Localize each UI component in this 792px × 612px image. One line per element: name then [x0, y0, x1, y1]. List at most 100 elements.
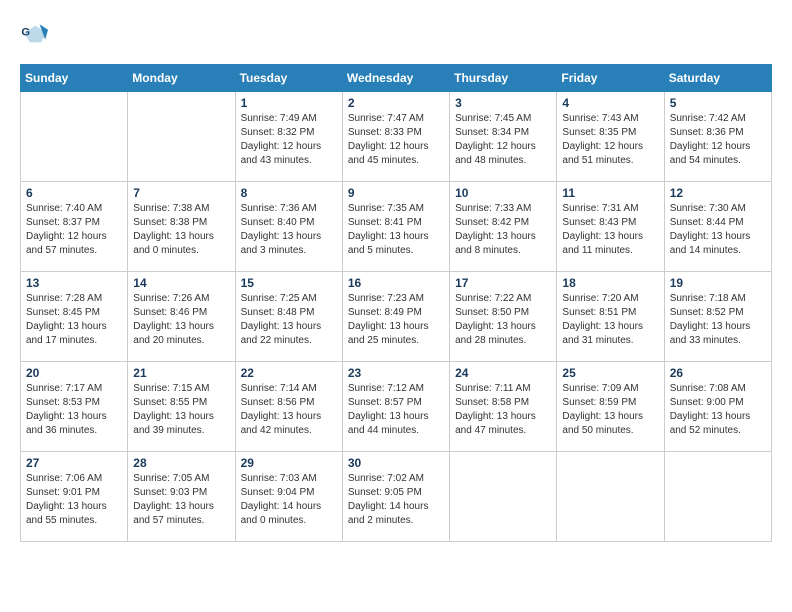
calendar-week-5: 27Sunrise: 7:06 AMSunset: 9:01 PMDayligh… [21, 452, 772, 542]
calendar-cell [450, 452, 557, 542]
calendar-cell: 27Sunrise: 7:06 AMSunset: 9:01 PMDayligh… [21, 452, 128, 542]
day-info: Sunrise: 7:26 AMSunset: 8:46 PMDaylight:… [133, 292, 229, 348]
day-number: 14 [133, 276, 229, 290]
weekday-monday: Monday [128, 65, 235, 92]
day-info: Sunrise: 7:31 AMSunset: 8:43 PMDaylight:… [562, 202, 658, 258]
weekday-saturday: Saturday [664, 65, 771, 92]
calendar-cell: 18 Sunrise: 7:20 AMSunset: 8:51 PMDayligh… [557, 272, 664, 362]
day-info: Sunrise: 7:14 AMSunset: 8:56 PMDaylight:… [241, 382, 337, 438]
calendar-week-1: 1Sunrise: 7:49 AMSunset: 8:32 PMDaylight… [21, 92, 772, 182]
day-number: 21 [133, 366, 229, 380]
weekday-tuesday: Tuesday [235, 65, 342, 92]
calendar-cell: 30 Sunrise: 7:02 AMSunset: 9:05 PMDayligh… [342, 452, 449, 542]
day-number: 26 [670, 366, 766, 380]
day-info: Sunrise: 7:25 AMSunset: 8:48 PMDaylight:… [241, 292, 337, 348]
calendar-cell: 25Sunrise: 7:09 AMSunset: 8:59 PMDayligh… [557, 362, 664, 452]
day-info: Sunrise: 7:49 AMSunset: 8:32 PMDaylight:… [241, 112, 337, 168]
day-number: 19 [670, 276, 766, 290]
day-info: Sunrise: 7:42 AMSunset: 8:36 PMDaylight:… [670, 112, 766, 168]
calendar-cell: 26 Sunrise: 7:08 AMSunset: 9:00 PMDayligh… [664, 362, 771, 452]
calendar-week-3: 13 Sunrise: 7:28 AMSunset: 8:45 PMDayligh… [21, 272, 772, 362]
day-info: Sunrise: 7:06 AMSunset: 9:01 PMDaylight:… [26, 472, 122, 528]
day-info: Sunrise: 7:03 AMSunset: 9:04 PMDaylight:… [241, 472, 337, 528]
day-number: 25 [562, 366, 658, 380]
calendar-cell: 12 Sunrise: 7:30 AMSunset: 8:44 PMDayligh… [664, 182, 771, 272]
day-number: 23 [348, 366, 444, 380]
page-header: G [20, 20, 772, 48]
calendar-cell: 24Sunrise: 7:11 AMSunset: 8:58 PMDayligh… [450, 362, 557, 452]
day-info: Sunrise: 7:20 AMSunset: 8:51 PMDaylight:… [562, 292, 658, 348]
day-number: 13 [26, 276, 122, 290]
calendar-cell: 10 Sunrise: 7:33 AMSunset: 8:42 PMDayligh… [450, 182, 557, 272]
day-number: 5 [670, 96, 766, 110]
calendar-cell: 5 Sunrise: 7:42 AMSunset: 8:36 PMDaylight… [664, 92, 771, 182]
day-number: 17 [455, 276, 551, 290]
day-info: Sunrise: 7:05 AMSunset: 9:03 PMDaylight:… [133, 472, 229, 528]
calendar-week-4: 20 Sunrise: 7:17 AMSunset: 8:53 PMDayligh… [21, 362, 772, 452]
day-info: Sunrise: 7:47 AMSunset: 8:33 PMDaylight:… [348, 112, 444, 168]
weekday-header-row: SundayMondayTuesdayWednesdayThursdayFrid… [21, 65, 772, 92]
calendar-cell: 17Sunrise: 7:22 AMSunset: 8:50 PMDayligh… [450, 272, 557, 362]
calendar-cell: 29 Sunrise: 7:03 AMSunset: 9:04 PMDayligh… [235, 452, 342, 542]
day-info: Sunrise: 7:40 AMSunset: 8:37 PMDaylight:… [26, 202, 122, 258]
day-info: Sunrise: 7:33 AMSunset: 8:42 PMDaylight:… [455, 202, 551, 258]
day-number: 9 [348, 186, 444, 200]
day-info: Sunrise: 7:36 AMSunset: 8:40 PMDaylight:… [241, 202, 337, 258]
day-info: Sunrise: 7:30 AMSunset: 8:44 PMDaylight:… [670, 202, 766, 258]
day-number: 15 [241, 276, 337, 290]
day-number: 22 [241, 366, 337, 380]
calendar-week-2: 6 Sunrise: 7:40 AMSunset: 8:37 PMDaylight… [21, 182, 772, 272]
logo: G [20, 20, 52, 48]
day-number: 30 [348, 456, 444, 470]
day-number: 24 [455, 366, 551, 380]
logo-icon: G [20, 20, 48, 48]
calendar-cell: 22 Sunrise: 7:14 AMSunset: 8:56 PMDayligh… [235, 362, 342, 452]
day-info: Sunrise: 7:38 AMSunset: 8:38 PMDaylight:… [133, 202, 229, 258]
calendar-cell [128, 92, 235, 182]
day-info: Sunrise: 7:35 AMSunset: 8:41 PMDaylight:… [348, 202, 444, 258]
day-info: Sunrise: 7:02 AMSunset: 9:05 PMDaylight:… [348, 472, 444, 528]
calendar-cell: 20 Sunrise: 7:17 AMSunset: 8:53 PMDayligh… [21, 362, 128, 452]
calendar-cell: 6 Sunrise: 7:40 AMSunset: 8:37 PMDaylight… [21, 182, 128, 272]
day-info: Sunrise: 7:17 AMSunset: 8:53 PMDaylight:… [26, 382, 122, 438]
day-info: Sunrise: 7:18 AMSunset: 8:52 PMDaylight:… [670, 292, 766, 348]
calendar-header: SundayMondayTuesdayWednesdayThursdayFrid… [21, 65, 772, 92]
day-number: 20 [26, 366, 122, 380]
calendar-body: 1Sunrise: 7:49 AMSunset: 8:32 PMDaylight… [21, 92, 772, 542]
day-info: Sunrise: 7:08 AMSunset: 9:00 PMDaylight:… [670, 382, 766, 438]
day-number: 2 [348, 96, 444, 110]
weekday-wednesday: Wednesday [342, 65, 449, 92]
calendar-cell: 19 Sunrise: 7:18 AMSunset: 8:52 PMDayligh… [664, 272, 771, 362]
day-info: Sunrise: 7:15 AMSunset: 8:55 PMDaylight:… [133, 382, 229, 438]
calendar-cell: 7 Sunrise: 7:38 AMSunset: 8:38 PMDaylight… [128, 182, 235, 272]
day-number: 4 [562, 96, 658, 110]
calendar-cell: 11 Sunrise: 7:31 AMSunset: 8:43 PMDayligh… [557, 182, 664, 272]
calendar-cell: 28 Sunrise: 7:05 AMSunset: 9:03 PMDayligh… [128, 452, 235, 542]
calendar-cell: 2 Sunrise: 7:47 AMSunset: 8:33 PMDaylight… [342, 92, 449, 182]
calendar-cell: 4Sunrise: 7:43 AMSunset: 8:35 PMDaylight… [557, 92, 664, 182]
day-number: 11 [562, 186, 658, 200]
day-number: 8 [241, 186, 337, 200]
calendar: SundayMondayTuesdayWednesdayThursdayFrid… [20, 64, 772, 542]
calendar-cell: 9 Sunrise: 7:35 AMSunset: 8:41 PMDaylight… [342, 182, 449, 272]
day-number: 7 [133, 186, 229, 200]
day-number: 12 [670, 186, 766, 200]
calendar-cell: 8 Sunrise: 7:36 AMSunset: 8:40 PMDaylight… [235, 182, 342, 272]
day-number: 18 [562, 276, 658, 290]
day-number: 10 [455, 186, 551, 200]
day-number: 28 [133, 456, 229, 470]
calendar-cell [21, 92, 128, 182]
weekday-sunday: Sunday [21, 65, 128, 92]
calendar-cell: 16Sunrise: 7:23 AMSunset: 8:49 PMDayligh… [342, 272, 449, 362]
calendar-cell: 13 Sunrise: 7:28 AMSunset: 8:45 PMDayligh… [21, 272, 128, 362]
calendar-cell: 21 Sunrise: 7:15 AMSunset: 8:55 PMDayligh… [128, 362, 235, 452]
day-info: Sunrise: 7:12 AMSunset: 8:57 PMDaylight:… [348, 382, 444, 438]
day-number: 6 [26, 186, 122, 200]
day-number: 29 [241, 456, 337, 470]
day-info: Sunrise: 7:45 AMSunset: 8:34 PMDaylight:… [455, 112, 551, 168]
weekday-thursday: Thursday [450, 65, 557, 92]
weekday-friday: Friday [557, 65, 664, 92]
calendar-cell: 15 Sunrise: 7:25 AMSunset: 8:48 PMDayligh… [235, 272, 342, 362]
calendar-cell: 23 Sunrise: 7:12 AMSunset: 8:57 PMDayligh… [342, 362, 449, 452]
day-info: Sunrise: 7:28 AMSunset: 8:45 PMDaylight:… [26, 292, 122, 348]
